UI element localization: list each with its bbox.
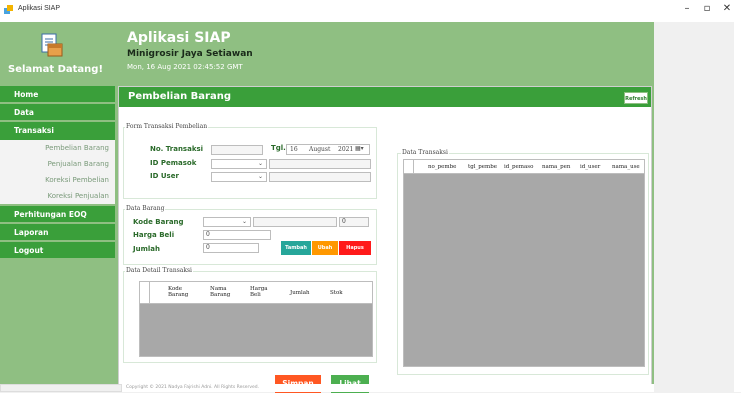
tambah-button[interactable]: Tambah xyxy=(281,241,311,255)
page-title: Pembelian Barang xyxy=(128,91,232,102)
row-selector-header xyxy=(404,160,414,174)
data-transaksi-legend: Data Transaksi xyxy=(401,149,449,156)
nav-transaksi[interactable]: Transaksi xyxy=(0,122,115,140)
app-client-area: Selamat Datang! Aplikasi SIAP Minigrosir… xyxy=(0,22,654,393)
date-day: 16 xyxy=(290,146,298,153)
form-transaksi-legend: Form Transaksi Pembelian xyxy=(125,123,209,130)
id-pemasok-label: ID Pemasok xyxy=(150,159,197,167)
subnav-koreksi-penjualan[interactable]: Koreksi Penjualan xyxy=(0,188,115,204)
kode-barang-select[interactable]: ⌄ xyxy=(203,217,251,227)
welcome-text: Selamat Datang! xyxy=(8,64,104,75)
transaksi-submenu: Pembelian Barang Penjualan Barang Koreks… xyxy=(0,140,115,204)
main-header: Pembelian Barang Refresh xyxy=(119,87,651,107)
harga-beli-input[interactable]: 0 xyxy=(203,230,271,240)
chevron-down-icon: ⌄ xyxy=(257,160,263,167)
no-transaksi-field[interactable] xyxy=(211,145,263,155)
col-nama-pemasok: nama_pen xyxy=(542,164,571,170)
kode-barang-label: Kode Barang xyxy=(133,218,184,226)
window-margin xyxy=(654,22,741,392)
subnav-koreksi-pembelian[interactable]: Koreksi Pembelian xyxy=(0,172,115,188)
col-tgl-pembelian: tgl_pembe xyxy=(468,164,498,170)
detail-grid-header: Kode Barang Nama Barang Harga Beli Jumla… xyxy=(140,282,372,304)
jumlah-input[interactable]: 0 xyxy=(203,243,259,253)
no-transaksi-label: No. Transaksi xyxy=(150,145,204,153)
nama-user-field xyxy=(269,172,371,182)
app-icon xyxy=(4,5,13,14)
col-stok: Stok xyxy=(330,290,343,296)
col-nama-user: nama_use xyxy=(612,164,640,170)
col-id-user: id_user xyxy=(580,164,601,170)
nav-laporan[interactable]: Laporan xyxy=(0,224,115,242)
copyright-text: Copyright © 2021 Nadya Fajrishi Adni. Al… xyxy=(126,385,260,390)
subnav-pembelian-barang[interactable]: Pembelian Barang xyxy=(0,140,115,156)
transaksi-grid-header: no_pembe tgl_pembe id_pemaso nama_pen id… xyxy=(404,160,644,174)
col-harga-beli: Harga Beli xyxy=(250,286,268,298)
detail-transaksi-grid[interactable]: Kode Barang Nama Barang Harga Beli Jumla… xyxy=(139,281,373,357)
sidebar: Home Data Transaksi Pembelian Barang Pen… xyxy=(0,86,115,260)
app-header: Selamat Datang! Aplikasi SIAP Minigrosir… xyxy=(0,22,654,84)
store-name: Minigrosir Jaya Setiawan xyxy=(127,49,253,59)
date-year: 2021 xyxy=(338,146,354,153)
window-title: Aplikasi SIAP xyxy=(18,5,61,12)
calendar-icon[interactable]: ▦▾ xyxy=(355,145,364,153)
col-no-pembelian: no_pembe xyxy=(428,164,457,170)
nama-barang-field xyxy=(253,217,337,227)
id-user-label: ID User xyxy=(150,172,179,180)
close-button[interactable]: ✕ xyxy=(717,3,737,14)
ubah-button[interactable]: Ubah xyxy=(312,241,338,255)
chevron-down-icon: ⌄ xyxy=(241,218,247,225)
detail-transaksi-legend: Data Detail Transaksi xyxy=(125,267,193,274)
harga-beli-label: Harga Beli xyxy=(133,231,175,239)
col-kode-barang: Kode Barang xyxy=(168,286,189,298)
vertical-scrollbar[interactable] xyxy=(734,22,741,392)
data-barang-legend: Data Barang xyxy=(125,205,166,212)
col-id-pemasok: id_pemaso xyxy=(504,164,534,170)
row-selector-header xyxy=(140,282,150,304)
col-nama-barang: Nama Barang xyxy=(210,286,231,298)
stok-field: 0 xyxy=(339,217,369,227)
jumlah-label: Jumlah xyxy=(133,245,160,253)
date-picker[interactable]: 16 August 2021 ▦▾ xyxy=(286,144,370,155)
minimize-button[interactable]: – xyxy=(677,3,697,14)
restore-button[interactable]: ▫ xyxy=(697,3,717,14)
current-datetime: Mon, 16 Aug 2021 02:45:52 GMT xyxy=(127,63,243,71)
main-panel: Pembelian Barang Refresh Form Transaksi … xyxy=(118,86,652,393)
data-transaksi-grid[interactable]: no_pembe tgl_pembe id_pemaso nama_pen id… xyxy=(403,159,645,367)
chevron-down-icon: ⌄ xyxy=(257,173,263,180)
date-month: August xyxy=(309,146,331,153)
tgl-label: Tgl. xyxy=(271,144,286,152)
footer: Copyright © 2021 Nadya Fajrishi Adni. Al… xyxy=(0,384,654,392)
horizontal-scrollbar[interactable] xyxy=(0,384,122,392)
nav-logout[interactable]: Logout xyxy=(0,242,115,260)
nav-home[interactable]: Home xyxy=(0,86,115,104)
store-logo-icon xyxy=(41,33,63,57)
refresh-button[interactable]: Refresh xyxy=(624,92,648,104)
hapus-button[interactable]: Hapus xyxy=(339,241,371,255)
col-jumlah: Jumlah xyxy=(290,290,310,296)
id-user-select[interactable]: ⌄ xyxy=(211,172,267,182)
nav-perhitungan-eoq[interactable]: Perhitungan EOQ xyxy=(0,206,115,224)
app-window: Aplikasi SIAP – ▫ ✕ Selamat Datang! Apli… xyxy=(0,0,741,393)
app-title: Aplikasi SIAP xyxy=(127,30,231,46)
nav-data[interactable]: Data xyxy=(0,104,115,122)
title-bar: Aplikasi SIAP – ▫ ✕ xyxy=(0,0,741,22)
id-pemasok-select[interactable]: ⌄ xyxy=(211,159,267,169)
nama-pemasok-field xyxy=(269,159,371,169)
subnav-penjualan-barang[interactable]: Penjualan Barang xyxy=(0,156,115,172)
